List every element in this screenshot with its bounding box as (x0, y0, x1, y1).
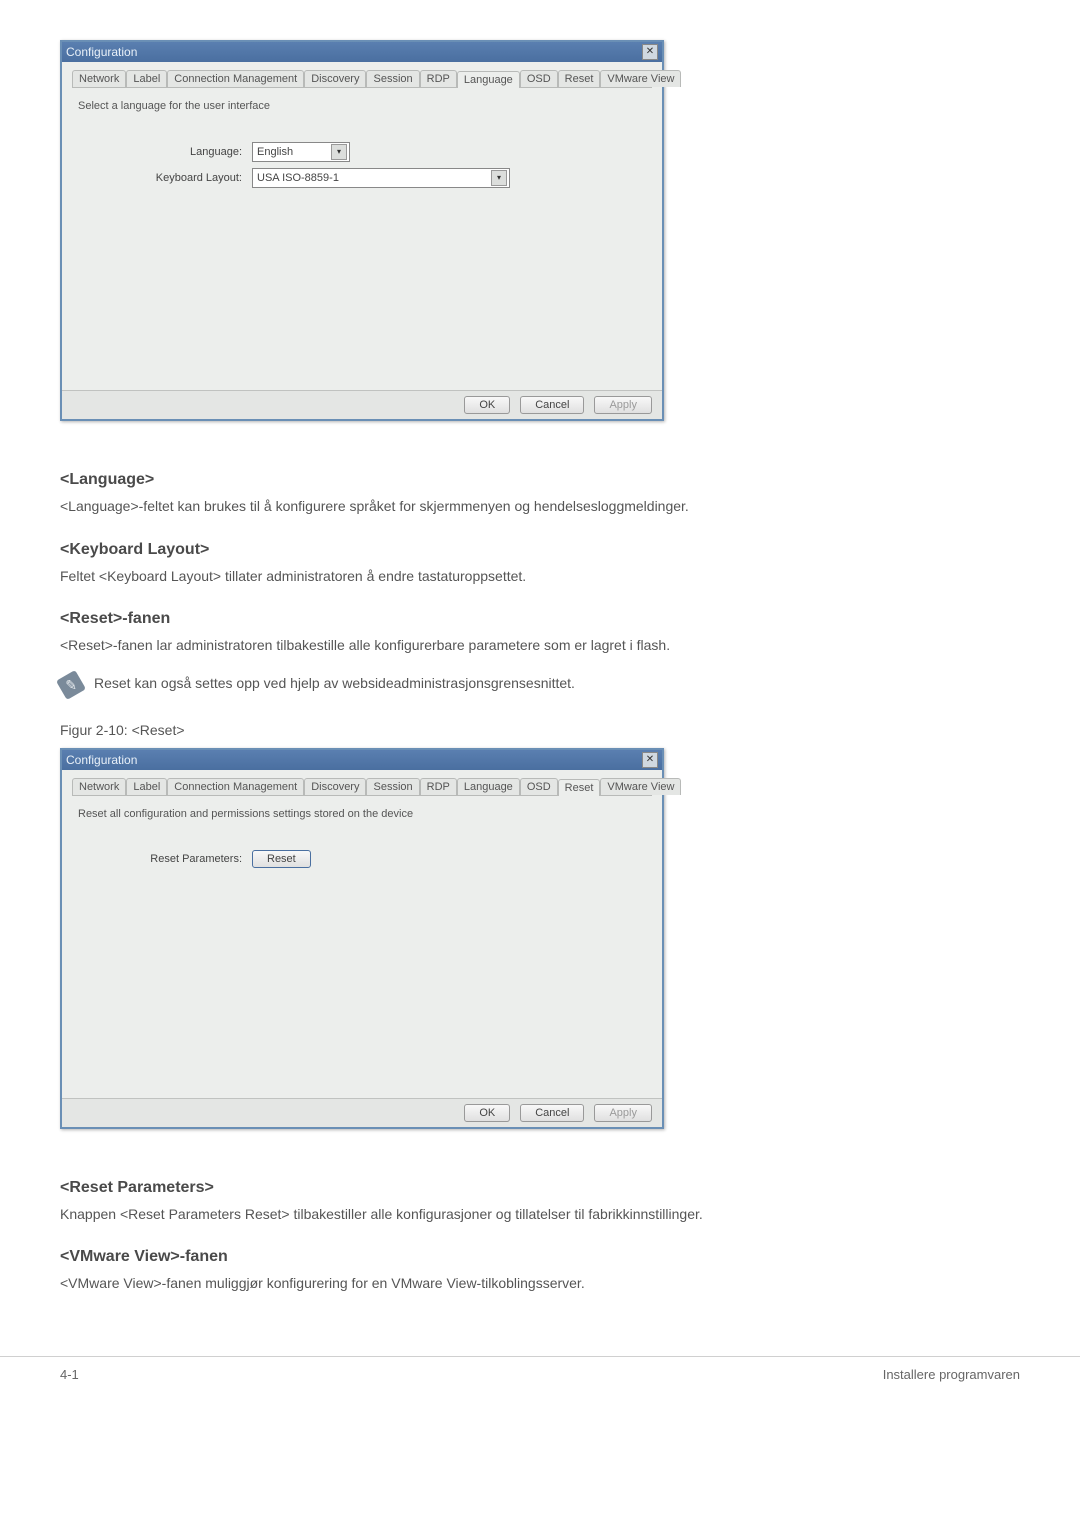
tab-instruction: Select a language for the user interface (78, 100, 652, 112)
apply-button[interactable]: Apply (594, 1104, 652, 1122)
heading-keyboard: <Keyboard Layout> (60, 541, 1020, 559)
language-dropdown[interactable]: English ▾ (252, 142, 350, 162)
tab-network[interactable]: Network (72, 778, 126, 795)
tab-label[interactable]: Label (126, 778, 167, 795)
dialog-body: Network Label Connection Management Disc… (62, 770, 662, 1098)
chevron-down-icon[interactable]: ▾ (331, 144, 347, 160)
language-value: English (257, 146, 293, 158)
reset-button[interactable]: Reset (252, 850, 311, 868)
dialog-body: Network Label Connection Management Disc… (62, 62, 662, 390)
language-row: Language: English ▾ (72, 142, 652, 162)
dialog-titlebar: Configuration ✕ (62, 42, 662, 62)
close-icon[interactable]: ✕ (642, 752, 658, 768)
pencil-icon: ✎ (56, 670, 86, 700)
tab-reset[interactable]: Reset (558, 70, 601, 87)
figure-caption: Figur 2-10: <Reset> (60, 722, 1020, 738)
tab-instruction: Reset all configuration and permissions … (78, 808, 652, 820)
tab-network[interactable]: Network (72, 70, 126, 87)
tab-reset[interactable]: Reset (558, 779, 601, 796)
tab-connection-management[interactable]: Connection Management (167, 778, 304, 795)
text-keyboard: Feltet <Keyboard Layout> tillater admini… (60, 567, 1020, 587)
tab-rdp[interactable]: RDP (420, 70, 457, 87)
dialog-titlebar: Configuration ✕ (62, 750, 662, 770)
heading-reset-params: <Reset Parameters> (60, 1179, 1020, 1197)
note-row: ✎ Reset kan også settes opp ved hjelp av… (60, 674, 1020, 696)
tab-osd[interactable]: OSD (520, 70, 558, 87)
keyboard-label: Keyboard Layout: (72, 172, 252, 184)
text-vmware: <VMware View>-fanen muliggjør konfigurer… (60, 1274, 1020, 1294)
keyboard-value: USA ISO-8859-1 (257, 172, 339, 184)
page-footer: 4-1 Installere programvaren (0, 1356, 1080, 1422)
footer-section-title: Installere programvaren (883, 1367, 1020, 1382)
text-reset-params: Knappen <Reset Parameters Reset> tilbake… (60, 1205, 1020, 1225)
heading-vmware: <VMware View>-fanen (60, 1248, 1020, 1266)
close-icon[interactable]: ✕ (642, 44, 658, 60)
tab-discovery[interactable]: Discovery (304, 778, 366, 795)
tab-connection-management[interactable]: Connection Management (167, 70, 304, 87)
note-text: Reset kan også settes opp ved hjelp av w… (94, 674, 575, 694)
tab-discovery[interactable]: Discovery (304, 70, 366, 87)
apply-button[interactable]: Apply (594, 396, 652, 414)
tab-label[interactable]: Label (126, 70, 167, 87)
heading-reset-tab: <Reset>-fanen (60, 610, 1020, 628)
cancel-button[interactable]: Cancel (520, 1104, 584, 1122)
tab-row: Network Label Connection Management Disc… (72, 778, 652, 796)
language-label: Language: (72, 146, 252, 158)
ok-button[interactable]: OK (464, 396, 510, 414)
text-reset-tab: <Reset>-fanen lar administratoren tilbak… (60, 636, 1020, 656)
dialog-title: Configuration (66, 753, 137, 767)
tab-vmware-view[interactable]: VMware View (600, 70, 681, 87)
tab-row: Network Label Connection Management Disc… (72, 70, 652, 88)
tab-rdp[interactable]: RDP (420, 778, 457, 795)
tab-language[interactable]: Language (457, 71, 520, 88)
ok-button[interactable]: OK (464, 1104, 510, 1122)
config-dialog-reset: Configuration ✕ Network Label Connection… (60, 748, 664, 1129)
tab-osd[interactable]: OSD (520, 778, 558, 795)
chevron-down-icon[interactable]: ▾ (491, 170, 507, 186)
dialog-title: Configuration (66, 45, 137, 59)
config-dialog-language: Configuration ✕ Network Label Connection… (60, 40, 664, 421)
tab-session[interactable]: Session (366, 70, 419, 87)
keyboard-row: Keyboard Layout: USA ISO-8859-1 ▾ (72, 168, 652, 188)
tab-session[interactable]: Session (366, 778, 419, 795)
text-language: <Language>-feltet kan brukes til å konfi… (60, 497, 1020, 517)
page-number: 4-1 (60, 1367, 79, 1382)
reset-label: Reset Parameters: (72, 853, 252, 865)
cancel-button[interactable]: Cancel (520, 396, 584, 414)
dialog-footer: OK Cancel Apply (62, 390, 662, 419)
tab-vmware-view[interactable]: VMware View (600, 778, 681, 795)
tab-language[interactable]: Language (457, 778, 520, 795)
heading-language: <Language> (60, 471, 1020, 489)
dialog-footer: OK Cancel Apply (62, 1098, 662, 1127)
keyboard-dropdown[interactable]: USA ISO-8859-1 ▾ (252, 168, 510, 188)
reset-row: Reset Parameters: Reset (72, 850, 652, 868)
